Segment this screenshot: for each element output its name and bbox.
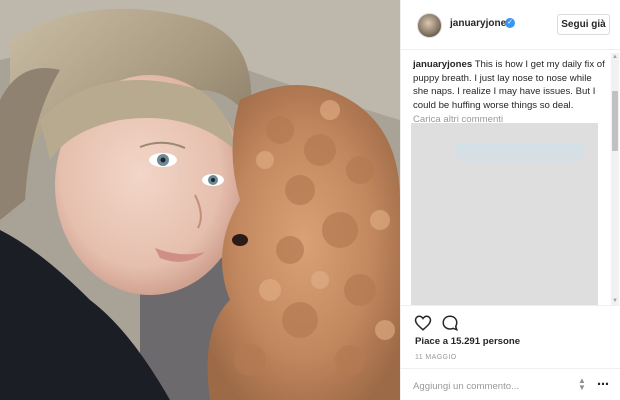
comments-section: januaryjones This is how I get my daily … (401, 50, 620, 305)
post-header: januaryjones ✓ Segui già (401, 0, 620, 50)
comment-input[interactable] (413, 378, 563, 394)
add-comment-bar: ▲▼ ⋯ (401, 368, 620, 400)
header-username[interactable]: januaryjones (450, 18, 512, 29)
embedded-media-placeholder (411, 123, 598, 305)
scrollbar-thumb[interactable] (612, 91, 618, 151)
post-photo[interactable] (0, 0, 400, 400)
photo-illustration (0, 0, 400, 400)
heart-outline-icon[interactable] (414, 314, 432, 332)
comments-scrollbar[interactable]: ▲ ▼ (611, 53, 619, 305)
verified-badge-icon: ✓ (505, 18, 515, 28)
faint-overlay (455, 143, 583, 163)
sort-arrows-icon[interactable]: ▲ ▼ (577, 377, 587, 392)
scroll-up-icon[interactable]: ▲ (611, 53, 619, 61)
scroll-down-icon[interactable]: ▼ (611, 297, 619, 305)
post-actions: Piace a 15.291 persone 11 MAGGIO (401, 305, 620, 365)
post-date: 11 MAGGIO (415, 354, 457, 361)
more-options-icon[interactable]: ⋯ (597, 377, 609, 391)
avatar[interactable] (417, 13, 442, 38)
caption: januaryjones This is how I get my daily … (413, 58, 608, 112)
caption-username[interactable]: januaryjones (413, 59, 472, 70)
speech-bubble-icon[interactable] (441, 314, 459, 332)
likes-count[interactable]: Piace a 15.291 persone (415, 336, 520, 347)
post-side-panel: januaryjones ✓ Segui già januaryjones Th… (400, 0, 620, 400)
following-button[interactable]: Segui già (557, 14, 610, 35)
